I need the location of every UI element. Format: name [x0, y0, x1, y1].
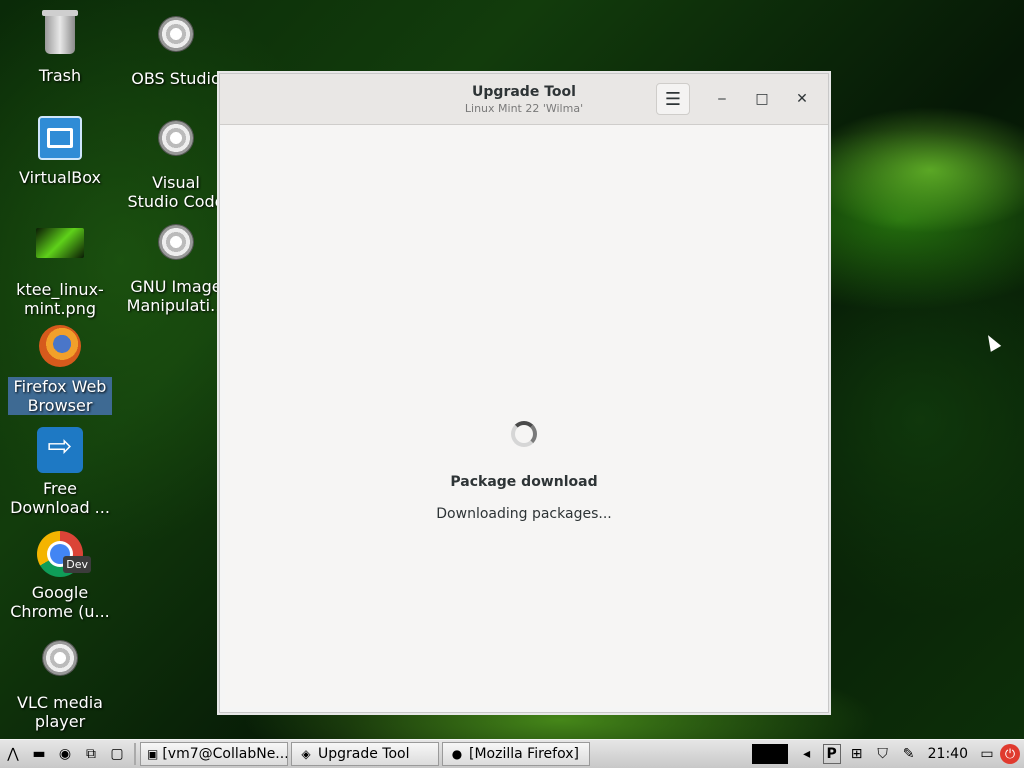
volume-icon[interactable]: ◂	[797, 744, 817, 764]
chrome-dev-badge: Dev	[63, 556, 91, 573]
user-icon[interactable]: ▭	[977, 744, 997, 764]
desktop-icon-vlc[interactable]: VLC media player	[8, 634, 112, 731]
desktop-icon-label: Free Download ...	[10, 479, 110, 517]
desktop-icon-visual-studio-code[interactable]: Visual Studio Code	[124, 114, 228, 211]
clipboard-icon[interactable]: P	[822, 744, 841, 764]
window-titlebar[interactable]: Upgrade Tool Linux Mint 22 'Wilma' ☰ ‒ □…	[220, 74, 828, 125]
image-thumbnail-icon	[36, 228, 84, 276]
desktop-icon-label: OBS Studio	[131, 69, 221, 88]
system-tray: ◂ P ⊞ ⛉ ✎ 21:40 ▭ ⏻	[751, 740, 1024, 768]
window-switcher-icon[interactable]: ⧉	[81, 744, 101, 764]
desktop-icon-label: Google Chrome (u...	[10, 583, 110, 621]
gear-icon	[152, 17, 200, 65]
taskbar: ⋀ ▬ ◉ ⧉ ▢ ▣ [vm7@CollabNe... ◈ Upgrade T…	[0, 739, 1024, 768]
gear-icon	[152, 121, 200, 169]
task-terminal[interactable]: ▣ [vm7@CollabNe...	[140, 742, 288, 766]
taskbar-separator	[134, 743, 136, 765]
virtualbox-icon	[36, 116, 84, 164]
desktop-icon-label: ktee_linux-mint.png	[16, 280, 104, 318]
upgrade-tool-icon: ◈	[301, 747, 311, 761]
gear-icon	[36, 641, 84, 689]
trash-icon	[36, 10, 84, 62]
desktop-icon-ktee-image[interactable]: ktee_linux-mint.png	[8, 218, 112, 318]
upgrade-tool-window: Upgrade Tool Linux Mint 22 'Wilma' ☰ ‒ □…	[219, 73, 829, 713]
workspace-icon[interactable]: ▢	[107, 744, 127, 764]
progress-status: Downloading packages...	[436, 506, 612, 522]
update-manager-icon[interactable]: ⊞	[847, 744, 867, 764]
desktop-icon-label: Trash	[38, 66, 82, 85]
desktop-icon-obs-studio[interactable]: OBS Studio	[124, 10, 228, 88]
power-icon[interactable]: ⏻	[1000, 744, 1020, 764]
menu-launcher-icon[interactable]: ⋀	[3, 744, 23, 764]
desktop-icon-firefox[interactable]: Firefox Web Browser	[8, 322, 112, 415]
maximize-button[interactable]: □	[748, 85, 776, 113]
firefox-icon: ●	[451, 747, 463, 761]
close-icon: ✕	[796, 91, 808, 107]
window-title: Upgrade Tool	[472, 84, 576, 100]
window-subtitle: Linux Mint 22 'Wilma'	[464, 102, 584, 115]
network-icon[interactable]: ✎	[899, 744, 919, 764]
task-label: [Mozilla Firefox]	[469, 746, 579, 762]
window-content: Package download Downloading packages...	[225, 125, 823, 707]
browser-launcher-icon[interactable]: ◉	[55, 744, 75, 764]
desktop-icon-label: VirtualBox	[18, 168, 102, 187]
minimize-button[interactable]: ‒	[708, 85, 736, 113]
desktop-icon-virtualbox[interactable]: VirtualBox	[8, 114, 112, 187]
mouse-cursor-icon	[982, 332, 1002, 352]
system-monitor-graph	[751, 744, 788, 764]
task-label: [vm7@CollabNe...	[162, 746, 288, 762]
task-label: Upgrade Tool	[318, 746, 410, 762]
minimize-icon: ‒	[717, 91, 727, 107]
clock[interactable]: 21:40	[928, 746, 968, 762]
desktop-icon-label: Firefox Web Browser	[8, 377, 112, 415]
desktop-icon-google-chrome[interactable]: Dev Google Chrome (u...	[8, 530, 112, 621]
task-firefox[interactable]: ● [Mozilla Firefox]	[442, 742, 590, 766]
desktop-icon-gimp[interactable]: GNU Image Manipulati...	[124, 218, 228, 315]
desktop-icon-label: GNU Image Manipulati...	[126, 277, 226, 315]
hamburger-menu-icon: ☰	[664, 88, 682, 110]
gear-icon	[152, 225, 200, 273]
desktop-icon-trash[interactable]: Trash	[8, 10, 112, 85]
desktop-icon-label: VLC media player	[17, 693, 103, 731]
terminal-icon: ▣	[147, 747, 159, 761]
menu-button[interactable]: ☰	[656, 83, 690, 115]
show-desktop-icon[interactable]: ▬	[29, 744, 49, 764]
close-button[interactable]: ✕	[788, 85, 816, 113]
firefox-icon	[36, 325, 84, 373]
shield-icon[interactable]: ⛉	[873, 744, 893, 764]
chrome-icon: Dev	[36, 531, 91, 579]
download-manager-icon	[36, 427, 84, 475]
maximize-icon: □	[755, 91, 769, 107]
desktop-icon-label: Visual Studio Code	[127, 173, 225, 211]
loading-spinner-icon	[511, 421, 537, 447]
progress-heading: Package download	[450, 474, 598, 490]
desktop-icon-free-download-manager[interactable]: Free Download ...	[8, 426, 112, 517]
task-upgrade-tool[interactable]: ◈ Upgrade Tool	[291, 742, 439, 766]
